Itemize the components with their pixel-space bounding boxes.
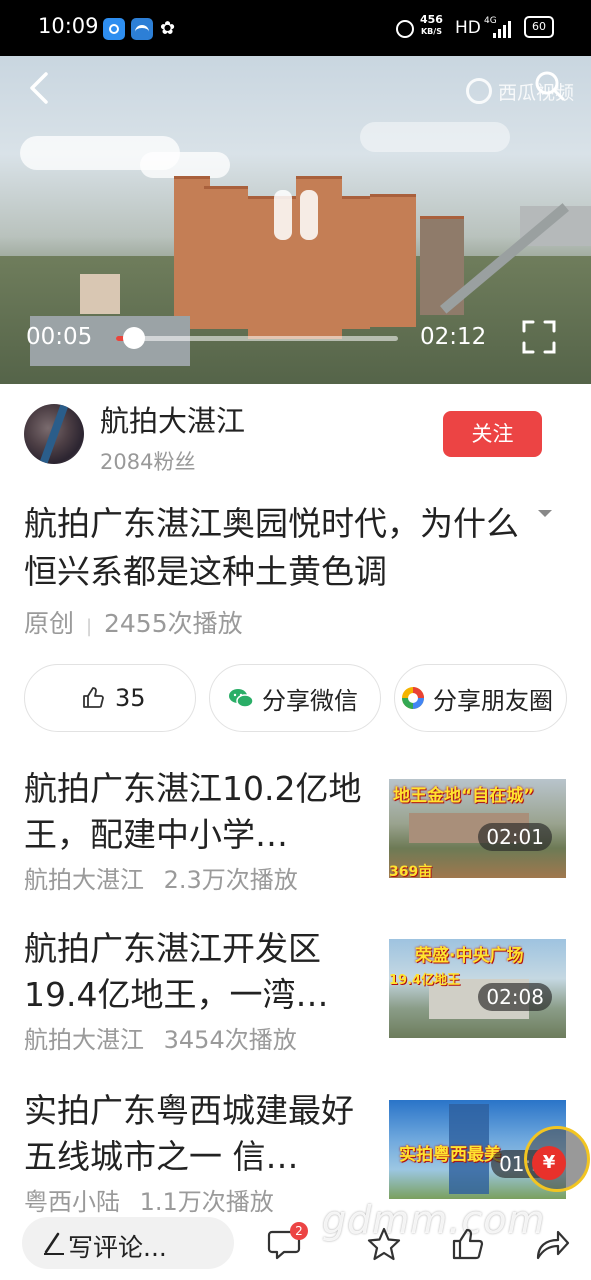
related-author: 粤西小陆 [24,1188,120,1216]
fullscreen-icon[interactable] [522,320,556,354]
like-content: 35 [81,665,146,731]
back-icon[interactable] [22,70,58,106]
thumbs-up-icon [83,687,104,708]
related-duration: 02:08 [478,983,552,1011]
app-icon-wave [131,18,153,40]
related-author: 航拍大湛江 [24,1026,144,1054]
pause-bar [300,190,318,240]
progress-thumb[interactable] [123,327,145,349]
video-title: 航拍广东湛江奥园悦时代，为什么恒兴系都是这种土黄色调 [24,504,519,591]
moments-icon [402,687,424,709]
share-icon[interactable] [534,1226,570,1262]
share-moments-button[interactable]: 分享朋友圈 [394,664,567,732]
thumb-badge: 19.4亿地王 [389,973,461,988]
related-thumbnail[interactable]: 地王金地“自在城” 369亩 02:01 [389,779,566,878]
share-wechat-button[interactable]: 分享微信 [209,664,381,732]
search-icon[interactable] [534,70,566,102]
related-plays: 3454次播放 [163,1026,297,1054]
video-source: 原创 [24,609,75,638]
building [370,194,416,327]
share-wechat-content: 分享微信 [228,665,358,731]
pause-button[interactable] [270,190,326,246]
related-plays: 2.3万次播放 [163,866,298,894]
network-speed-unit: KB/S [420,27,442,36]
progress-track[interactable] [116,336,398,341]
status-time: 10:09 [38,14,99,38]
follow-button[interactable]: 关注 [443,411,542,457]
signal-icon [493,20,513,38]
app-icon-blue [103,18,125,40]
thumb-banner: 实拍粤西最美 [399,1145,501,1165]
thumb-banner: 地王金地“自在城” [393,786,535,806]
star-icon[interactable] [366,1226,402,1262]
thumbs-up-icon[interactable] [450,1226,486,1262]
hd-indicator: HD [455,18,481,38]
author-avatar[interactable] [24,404,84,464]
current-time: 00:05 [26,324,93,350]
author-name[interactable]: 航拍大湛江 [100,398,245,440]
cloud [140,152,230,178]
network-speed-value: 456 [420,13,443,26]
video-plays: 2455次播放 [104,609,243,638]
share-moments-content: 分享朋友圈 [401,665,553,731]
related-title: 航拍广东湛江开发区19.4亿地王，一湾… [24,929,329,1014]
expand-icon[interactable] [538,508,552,518]
thumb-badge: 369亩 [389,864,433,878]
related-author: 航拍大湛江 [24,866,144,894]
like-count: 35 [115,684,146,712]
pause-bar [274,190,292,240]
wechat-icon [229,689,254,708]
share-moments-label: 分享朋友圈 [433,686,553,715]
meta-divider: | [85,616,93,637]
video-meta: 原创 | 2455次播放 [24,604,243,640]
like-button[interactable]: 35 [24,664,196,732]
battery-icon: 60 [524,16,554,38]
related-thumbnail[interactable]: 荣盛·中央广场 19.4亿地王 02:08 [389,939,566,1038]
comment-placeholder: 写评论... [68,1233,167,1262]
building [204,186,248,329]
share-wechat-label: 分享微信 [262,686,358,715]
author-fans: 2084粉丝 [100,450,196,474]
alarm-icon [396,20,414,38]
xigua-logo-icon [466,78,492,104]
cloud [360,122,510,152]
yuan-coin-icon: ¥ [532,1146,566,1180]
pencil-icon [44,1232,64,1255]
comment-count-badge: 2 [290,1222,308,1240]
building [342,196,370,329]
network-speed: 456 KB/S [420,14,443,38]
related-title: 实拍广东粤西城建最好五线城市之一 信… [24,1091,354,1176]
related-title: 航拍广东湛江10.2亿地王，配建中小学… [24,769,362,854]
uc-browser-icon: ✿ [160,18,176,39]
building [80,274,120,314]
thumb-banner: 荣盛·中央广场 [415,946,524,966]
total-time: 02:12 [420,324,487,350]
related-duration: 02:01 [478,823,552,851]
site-watermark: gdmm.com [322,1198,546,1242]
related-plays: 1.1万次播放 [139,1188,274,1216]
